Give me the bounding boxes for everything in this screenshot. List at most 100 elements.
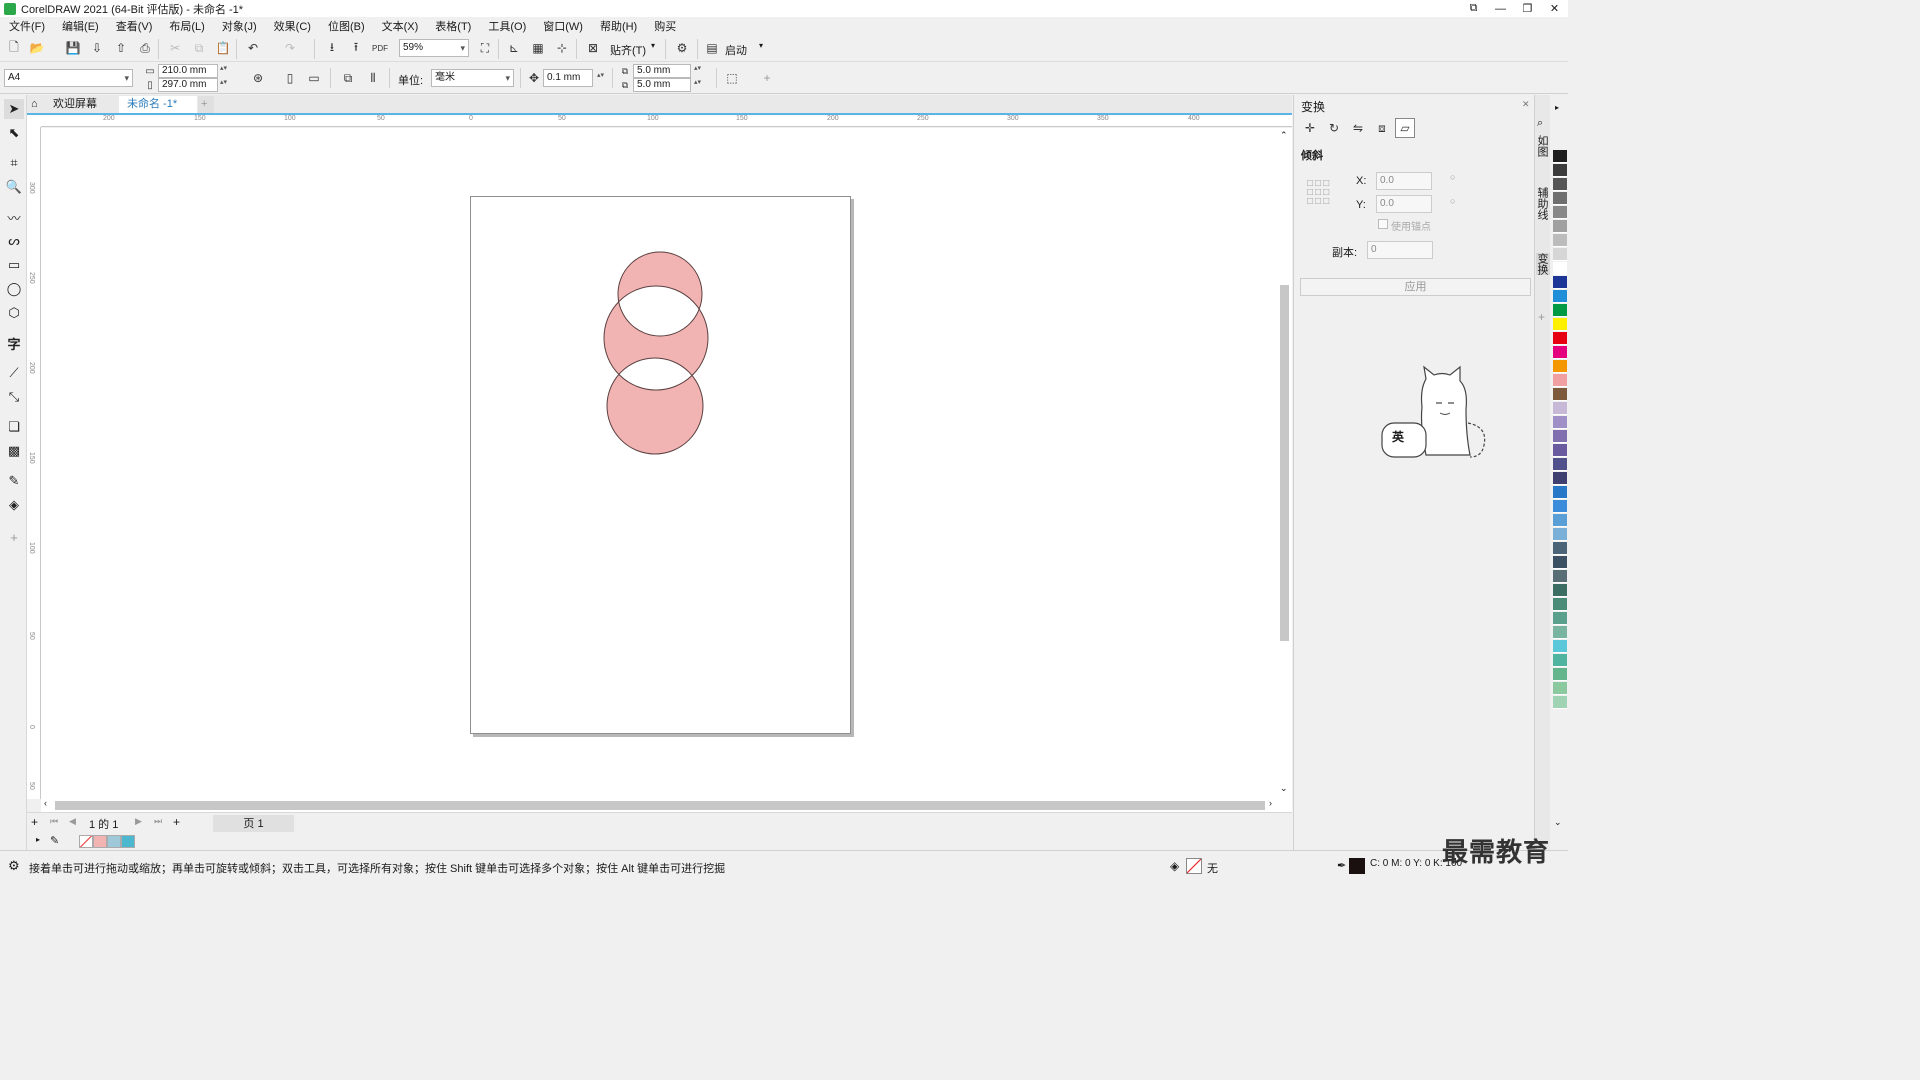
docker-side-tabs: ⌕ 如图 辅助线 变换 +	[1534, 95, 1550, 850]
last-page-icon[interactable]: ⏭	[154, 816, 162, 827]
palette-swatch[interactable]	[1553, 598, 1567, 611]
palette-scroll-down-icon[interactable]: ⌄	[1554, 817, 1562, 828]
fill-none-swatch[interactable]	[1186, 858, 1202, 874]
watermark-logo: 最需教育	[1442, 838, 1551, 868]
palette-swatch[interactable]	[1553, 430, 1567, 443]
skew-icon[interactable]: ▱	[1395, 118, 1415, 138]
page-navigator: + ⏮ ◀ 1 的 1 ▶ ⏭ + 页 1	[27, 812, 1292, 833]
palette-swatch[interactable]	[1553, 542, 1567, 555]
palette-swatch[interactable]	[1553, 486, 1567, 499]
palette-swatch[interactable]	[1553, 416, 1567, 429]
status-gear-icon[interactable]: ⚙	[8, 858, 20, 874]
palette-swatch[interactable]	[1553, 626, 1567, 639]
palette-swatch[interactable]	[1553, 360, 1567, 373]
degree-icon: ○	[1450, 172, 1456, 182]
palette-swatch[interactable]	[1553, 206, 1567, 219]
palette-swatch[interactable]	[1553, 500, 1567, 513]
side-tab-transform[interactable]: 变换	[1536, 253, 1550, 275]
palette-swatch[interactable]	[1553, 514, 1567, 527]
copies-field[interactable]: 0	[1367, 241, 1433, 259]
palette-swatch[interactable]	[1553, 150, 1567, 163]
palette-swatch[interactable]	[1553, 346, 1567, 359]
palette-swatch[interactable]	[1553, 668, 1567, 681]
fill-status: 无	[1207, 863, 1218, 875]
palette-expand-icon[interactable]: ▸	[36, 835, 40, 844]
anchor-grid-icon[interactable]: □□□ □□□ □□□	[1307, 179, 1331, 207]
palette-swatch[interactable]	[1553, 584, 1567, 597]
next-page-icon[interactable]: ▶	[135, 816, 142, 827]
vertical-scroll-thumb[interactable]	[1280, 285, 1289, 641]
color-palette: ▸ ⌄	[1551, 95, 1568, 850]
copies-label: 副本:	[1332, 247, 1358, 259]
horizontal-scrollbar[interactable]: ‹ ›	[41, 798, 1292, 812]
x-label: X:	[1356, 175, 1367, 187]
palette-swatch[interactable]	[1553, 654, 1567, 667]
color-swatch[interactable]	[93, 835, 107, 848]
palette-swatch[interactable]	[1553, 276, 1567, 289]
add-docker-icon[interactable]: +	[1538, 310, 1545, 324]
transform-docker: 变换 ✕ ✛ ↻ ⇋ ⧈ ▱ 倾斜 □□□ □□□ □□□ X: 0.0 ○ Y: …	[1293, 95, 1534, 850]
previous-page-icon[interactable]: ◀	[69, 816, 76, 827]
vertical-scrollbar[interactable]: ⌃ ⌄	[1277, 128, 1292, 798]
apply-button[interactable]: 应用	[1300, 278, 1531, 296]
outline-color-swatch[interactable]	[1349, 858, 1365, 874]
palette-swatch[interactable]	[1553, 262, 1567, 275]
skew-x-field[interactable]: 0.0	[1376, 172, 1432, 190]
add-page-after-icon[interactable]: +	[173, 815, 180, 829]
palette-swatch[interactable]	[1553, 178, 1567, 191]
position-icon[interactable]: ✛	[1300, 118, 1320, 138]
color-swatch[interactable]	[121, 835, 135, 848]
side-tab-properties[interactable]: 如图	[1536, 135, 1550, 157]
palette-swatch[interactable]	[1553, 472, 1567, 485]
scroll-up-icon[interactable]: ⌃	[1280, 130, 1288, 141]
docker-close-icon[interactable]: ✕	[1522, 99, 1530, 110]
palette-swatch[interactable]	[1553, 318, 1567, 331]
palette-swatch[interactable]	[1553, 374, 1567, 387]
eyedropper-icon[interactable]: ✎	[50, 834, 59, 847]
palette-swatch[interactable]	[1553, 612, 1567, 625]
color-swatch[interactable]	[107, 835, 121, 848]
palette-swatch[interactable]	[1553, 234, 1567, 247]
scroll-left-icon[interactable]: ‹	[44, 798, 47, 808]
no-color-swatch[interactable]	[79, 835, 93, 848]
palette-swatch[interactable]	[1553, 570, 1567, 583]
palette-swatch[interactable]	[1553, 444, 1567, 457]
add-page-icon[interactable]: +	[31, 815, 38, 829]
horizontal-scroll-thumb[interactable]	[55, 801, 1265, 810]
rotate-icon[interactable]: ↻	[1324, 118, 1344, 138]
palette-swatch[interactable]	[1553, 682, 1567, 695]
palette-swatch[interactable]	[1553, 458, 1567, 471]
palette-menu-icon[interactable]: ▸	[1555, 103, 1559, 112]
search-icon[interactable]: ⌕	[1537, 117, 1543, 130]
mascot-text: 英	[1392, 430, 1405, 444]
scroll-right-icon[interactable]: ›	[1269, 798, 1272, 808]
scroll-down-icon[interactable]: ⌄	[1280, 783, 1288, 794]
docker-title: 变换	[1301, 100, 1326, 114]
palette-swatch[interactable]	[1553, 304, 1567, 317]
skew-y-field[interactable]: 0.0	[1376, 195, 1432, 213]
size-icon[interactable]: ⧈	[1372, 118, 1392, 138]
palette-swatch[interactable]	[1553, 248, 1567, 261]
palette-swatch[interactable]	[1553, 528, 1567, 541]
side-tab-guidelines[interactable]: 辅助线	[1536, 187, 1550, 220]
palette-swatch[interactable]	[1553, 290, 1567, 303]
outline-pen-icon[interactable]: ✒	[1337, 859, 1346, 872]
palette-swatch[interactable]	[1553, 696, 1567, 709]
palette-swatch[interactable]	[1553, 556, 1567, 569]
fill-bucket-icon[interactable]: ◈	[1170, 859, 1179, 873]
palette-swatch[interactable]	[1553, 164, 1567, 177]
palette-swatch[interactable]	[1553, 192, 1567, 205]
use-anchor-label: 使用锚点	[1391, 222, 1431, 233]
palette-swatch[interactable]	[1553, 640, 1567, 653]
y-label: Y:	[1356, 199, 1366, 211]
palette-swatch[interactable]	[1553, 402, 1567, 415]
palette-swatch[interactable]	[1553, 220, 1567, 233]
palette-swatch[interactable]	[1553, 332, 1567, 345]
palette-swatch[interactable]	[1553, 388, 1567, 401]
page-tab-1[interactable]: 页 1	[213, 815, 294, 833]
page-counter: 1 的 1	[89, 819, 119, 831]
scale-mirror-icon[interactable]: ⇋	[1348, 118, 1368, 138]
use-anchor-checkbox[interactable]	[1378, 219, 1388, 229]
circles-group[interactable]	[603, 251, 709, 455]
first-page-icon[interactable]: ⏮	[50, 816, 58, 827]
